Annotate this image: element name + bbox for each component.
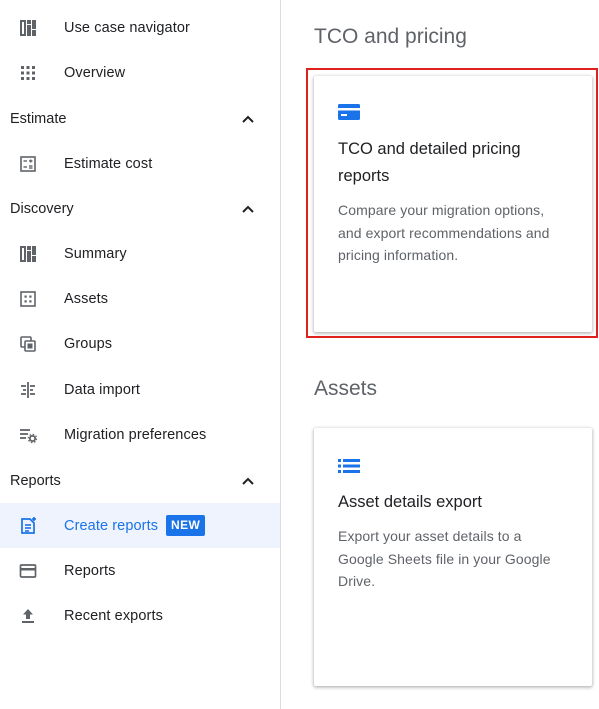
sidebar-item-estimate-cost[interactable]: Estimate cost: [0, 141, 280, 186]
chevron-up-icon: [242, 115, 254, 123]
list-icon: [338, 459, 360, 473]
sidebar-item-label: Use case navigator: [64, 19, 190, 36]
sidebar-item-use-case-navigator[interactable]: Use case navigator: [0, 5, 280, 50]
groups-icon: [20, 335, 36, 352]
card-description: Compare your migration options, and expo…: [338, 202, 550, 263]
sidebar-item-label: Data import: [64, 381, 141, 398]
dashboard-icon: [20, 245, 36, 262]
sidebar: Use case navigator Overview Estimate Est…: [0, 0, 281, 709]
asset-details-export-card[interactable]: Asset details export Export your asset d…: [314, 428, 592, 686]
sidebar-item-label: Reports: [64, 562, 116, 579]
sidebar-item-label: Estimate cost: [64, 155, 153, 172]
section-header-discovery[interactable]: Discovery: [0, 186, 280, 231]
section-title: Reports: [10, 472, 61, 489]
sidebar-item-migration-preferences[interactable]: Migration preferences: [0, 412, 280, 457]
section-header-reports[interactable]: Reports: [0, 458, 280, 503]
card-title: TCO and detailed pricing reports: [338, 140, 521, 185]
sidebar-item-label: Create reports: [64, 517, 159, 534]
credit-card-icon: [19, 563, 37, 578]
card-description: Export your asset details to a Google Sh…: [338, 528, 551, 589]
main-content: TCO and pricing TCO and detailed pricing…: [282, 0, 599, 709]
pricing-card-icon: [338, 104, 360, 120]
sidebar-item-label: Overview: [64, 64, 126, 81]
sidebar-item-recent-exports[interactable]: Recent exports: [0, 593, 280, 638]
chevron-up-icon: [242, 205, 254, 213]
tco-pricing-heading: TCO and pricing: [314, 25, 467, 48]
upload-icon: [22, 608, 34, 623]
sidebar-item-assets[interactable]: Assets: [0, 276, 280, 321]
sidebar-item-summary[interactable]: Summary: [0, 231, 280, 276]
assets-heading: Assets: [314, 377, 378, 400]
apps-grid-icon: [21, 65, 35, 80]
new-badge: NEW: [166, 515, 206, 536]
sidebar-item-reports[interactable]: Reports: [0, 548, 280, 593]
sidebar-item-groups[interactable]: Groups: [0, 321, 280, 366]
assets-icon: [20, 290, 36, 307]
card-title: Asset details export: [338, 493, 482, 511]
chevron-up-icon: [242, 477, 254, 485]
sidebar-item-label: Summary: [64, 245, 127, 262]
section-header-estimate[interactable]: Estimate: [0, 96, 280, 141]
data-import-icon: [21, 381, 35, 398]
sidebar-item-overview[interactable]: Overview: [0, 50, 280, 95]
sidebar-item-label: Recent exports: [64, 607, 163, 624]
sidebar-item-label: Assets: [64, 290, 109, 307]
create-report-icon: [21, 516, 36, 534]
dashboard-icon: [20, 19, 36, 36]
section-title: Discovery: [10, 200, 74, 217]
preferences-icon: [20, 428, 37, 443]
sidebar-item-data-import[interactable]: Data import: [0, 367, 280, 412]
section-title: Estimate: [10, 110, 67, 127]
tco-pricing-card[interactable]: TCO and detailed pricing reports Compare…: [314, 76, 592, 332]
sidebar-item-label: Groups: [64, 335, 113, 352]
sidebar-item-label: Migration preferences: [64, 426, 207, 443]
calculator-icon: [20, 155, 36, 172]
sidebar-item-create-reports[interactable]: Create reports NEW: [0, 503, 280, 548]
